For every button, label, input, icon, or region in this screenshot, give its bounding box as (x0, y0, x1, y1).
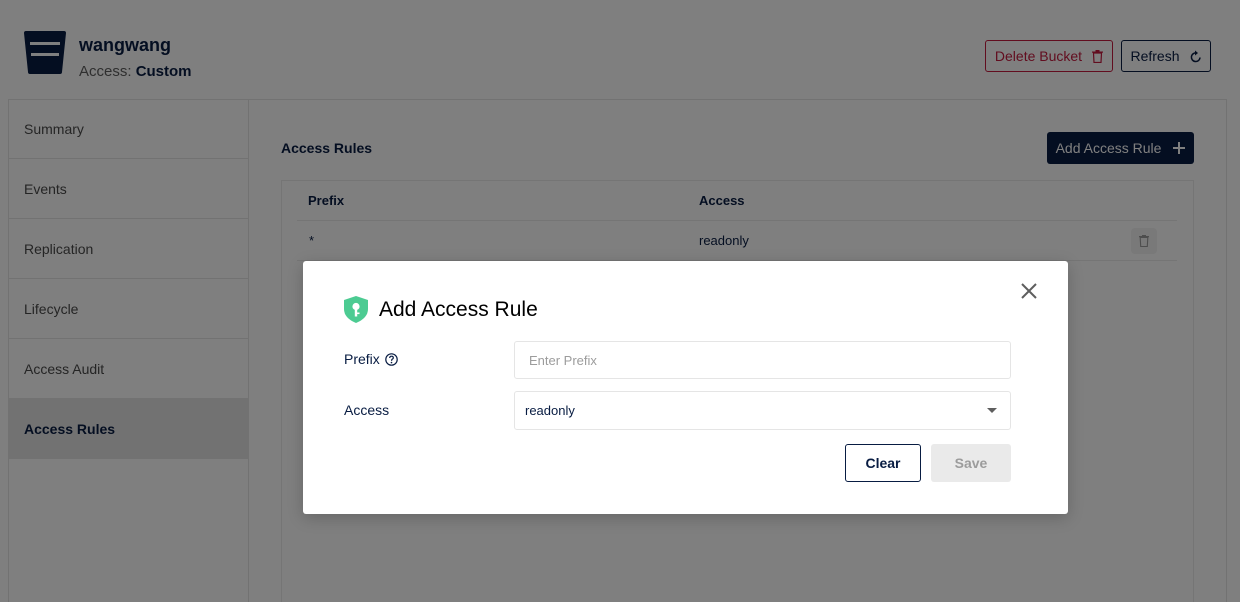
shield-key-icon (344, 296, 368, 323)
prefix-input[interactable] (514, 341, 1011, 379)
prefix-label-text: Prefix (344, 351, 380, 367)
access-select[interactable]: readonly (514, 391, 1011, 430)
close-icon (1021, 283, 1037, 299)
add-access-rule-modal: Add Access Rule Prefix Access readonly C… (303, 261, 1068, 514)
access-label: Access (344, 402, 390, 418)
modal-title: Add Access Rule (379, 298, 538, 321)
clear-button[interactable]: Clear (845, 444, 921, 482)
access-select-value: readonly (525, 403, 575, 418)
help-icon[interactable] (384, 352, 398, 366)
chevron-down-icon (987, 408, 997, 413)
save-button[interactable]: Save (931, 444, 1011, 482)
prefix-label: Prefix (344, 351, 398, 367)
close-button[interactable] (1017, 279, 1041, 303)
